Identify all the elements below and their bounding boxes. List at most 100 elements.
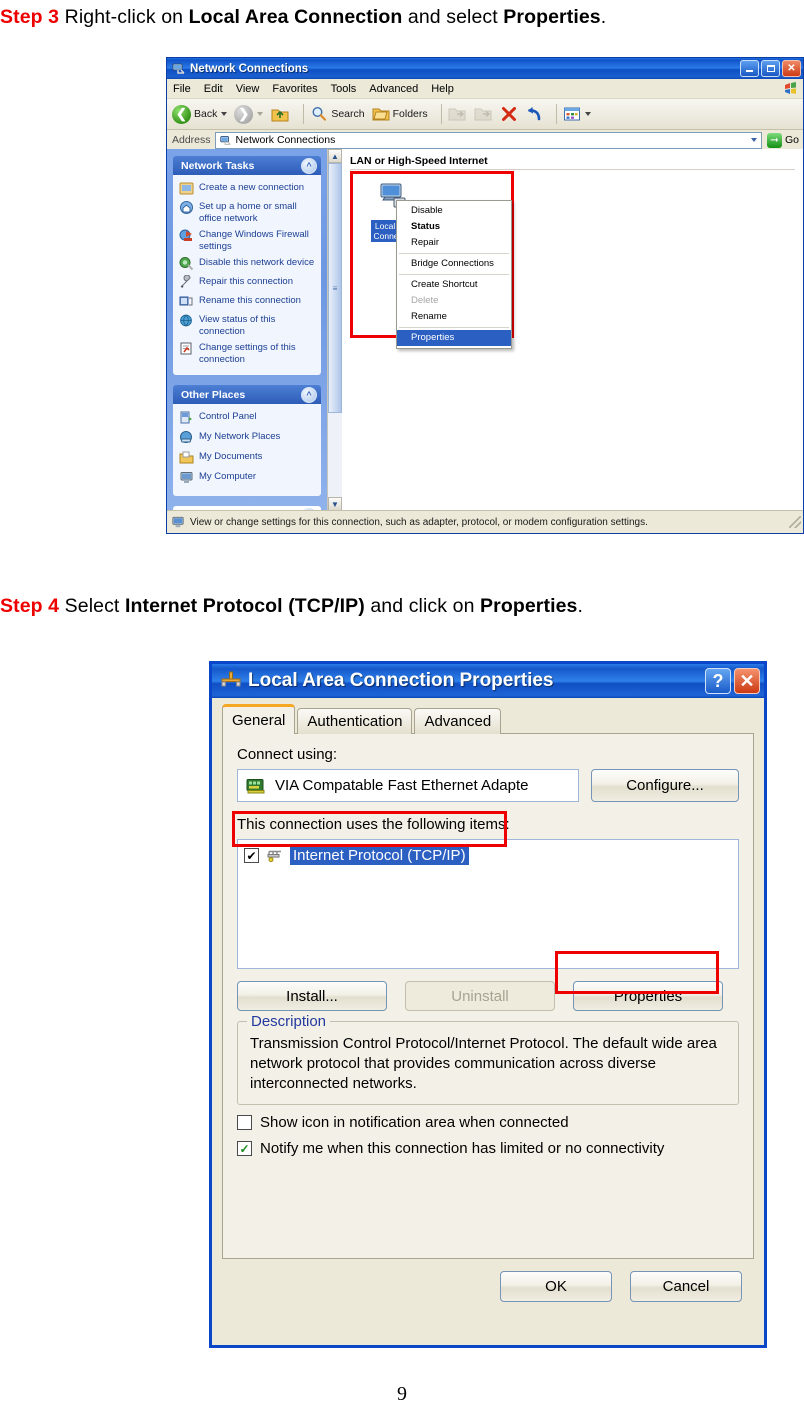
go-label: Go — [784, 134, 799, 146]
notify-checkbox[interactable]: ✓ — [237, 1141, 252, 1156]
context-menu-item-status[interactable]: Status — [397, 219, 511, 235]
sidebar-item-control-panel[interactable]: Control Panel — [179, 410, 316, 425]
list-item-internet-protocol[interactable]: ✔ Internet Protocol (TCP/IP) — [244, 845, 732, 866]
menu-item-advanced[interactable]: Advanced — [369, 83, 418, 95]
view-status-icon — [179, 313, 194, 328]
context-menu-item-rename[interactable]: Rename — [397, 309, 511, 325]
sidebar-item-my-computer[interactable]: My Computer — [179, 470, 316, 485]
sidebar-label: Rename this connection — [199, 295, 301, 306]
step-4-bold-2: Properties — [480, 595, 578, 617]
window-controls[interactable]: ✕ — [740, 60, 801, 77]
window-titlebar[interactable]: Network Connections ✕ — [167, 58, 803, 79]
address-dropdown-icon[interactable] — [745, 133, 760, 148]
sidebar-item-change-firewall-settings[interactable]: Change Windows Firewall settings — [179, 228, 316, 252]
folders-button[interactable]: Folders — [372, 105, 428, 123]
tab-authentication[interactable]: Authentication — [297, 708, 413, 734]
scroll-up-arrow-icon[interactable]: ▲ — [328, 149, 342, 163]
disable-device-icon — [179, 256, 194, 271]
undo-button[interactable] — [525, 105, 543, 123]
panel-title-other-places: Other Places — [181, 388, 246, 401]
resize-grip-icon[interactable] — [789, 516, 801, 528]
close-button[interactable]: ✕ — [782, 60, 801, 77]
context-menu-item-create-shortcut[interactable]: Create Shortcut — [397, 277, 511, 293]
sidebar-item-my-documents[interactable]: My Documents — [179, 450, 316, 465]
sidebar-item-view-status[interactable]: View status of this connection — [179, 313, 316, 337]
tab-general[interactable]: General — [222, 704, 296, 734]
show-icon-checkbox[interactable] — [237, 1115, 252, 1130]
collapse-chevron-icon[interactable]: ^ — [301, 386, 317, 403]
toolbar-separator-2 — [440, 104, 442, 124]
folders-label: Folders — [392, 108, 428, 120]
sidebar-label: Control Panel — [199, 411, 257, 422]
sidebar[interactable]: Network Tasks ^ Create a new connection — [167, 149, 327, 511]
panel-network-tasks[interactable]: Network Tasks ^ Create a new connection — [173, 156, 321, 375]
scrollbar-thumb[interactable]: ≡ — [328, 163, 342, 413]
sidebar-item-rename-connection[interactable]: Rename this connection — [179, 294, 316, 309]
status-bar: View or change settings for this connect… — [167, 510, 803, 533]
sidebar-item-change-settings[interactable]: Change settings of this connection — [179, 341, 316, 365]
local-area-connection-properties-dialog[interactable]: Local Area Connection Properties ? ✕ Gen… — [209, 661, 767, 1348]
menu-item-help[interactable]: Help — [431, 83, 454, 95]
properties-button[interactable]: Properties — [573, 981, 723, 1011]
tab-advanced[interactable]: Advanced — [414, 708, 502, 734]
sidebar-item-disable-network-device[interactable]: Disable this network device — [179, 256, 316, 271]
option-notify-limited-connectivity[interactable]: ✓ Notify me when this connection has lim… — [237, 1140, 739, 1157]
menu-item-tools[interactable]: Tools — [331, 83, 357, 95]
sidebar-item-setup-home-network[interactable]: Set up a home or small office network — [179, 200, 316, 224]
configure-button[interactable]: Configure... — [591, 769, 739, 802]
collapse-chevron-icon[interactable]: ^ — [301, 157, 317, 174]
context-menu-item-disable[interactable]: Disable — [397, 203, 511, 219]
tab-strip[interactable]: General Authentication Advanced — [222, 704, 754, 734]
forward-dropdown-icon[interactable] — [257, 112, 264, 116]
menu-item-file[interactable]: File — [173, 83, 191, 95]
search-label: Search — [331, 108, 365, 120]
item-checkbox[interactable]: ✔ — [244, 848, 259, 863]
adapter-name-field[interactable]: VIA Compatable Fast Ethernet Adapte — [237, 769, 579, 802]
context-menu-item-repair[interactable]: Repair — [397, 235, 511, 251]
views-button[interactable] — [563, 106, 591, 122]
minimize-button[interactable] — [740, 60, 759, 77]
panel-header-network-tasks[interactable]: Network Tasks ^ — [173, 156, 321, 175]
panel-other-places[interactable]: Other Places ^ Control Panel My Network … — [173, 385, 321, 496]
menu-item-edit[interactable]: Edit — [204, 83, 223, 95]
address-input[interactable]: Network Connections — [214, 131, 762, 149]
description-legend: Description — [247, 1013, 331, 1030]
back-dropdown-icon[interactable] — [221, 112, 228, 116]
context-menu[interactable]: Disable Status Repair Bridge Connections… — [396, 200, 512, 349]
sidebar-scrollbar[interactable]: ▲ ≡ ▼ — [327, 149, 342, 511]
items-button-row: Install... Uninstall Properties — [237, 981, 739, 1011]
context-menu-item-properties[interactable]: Properties — [397, 330, 511, 346]
scrollbar-track[interactable] — [328, 413, 342, 497]
dialog-titlebar[interactable]: Local Area Connection Properties ? ✕ — [212, 664, 764, 698]
forward-button[interactable]: ❯ — [234, 104, 264, 124]
up-button[interactable] — [270, 105, 290, 123]
toolbar[interactable]: ❮ Back ❯ Search Folders — [167, 99, 803, 130]
help-button[interactable]: ? — [705, 668, 731, 694]
search-button[interactable]: Search — [310, 105, 365, 123]
panel-header-other-places[interactable]: Other Places ^ — [173, 385, 321, 404]
ok-button[interactable]: OK — [500, 1271, 612, 1302]
menu-bar[interactable]: File Edit View Favorites Tools Advanced … — [167, 79, 803, 99]
cancel-button[interactable]: Cancel — [630, 1271, 742, 1302]
delete-button[interactable] — [500, 105, 518, 123]
maximize-button[interactable] — [761, 60, 780, 77]
menu-item-favorites[interactable]: Favorites — [272, 83, 317, 95]
network-items-list[interactable]: ✔ Internet Protocol (TCP/IP) — [237, 839, 739, 969]
option-show-icon-notification[interactable]: Show icon in notification area when conn… — [237, 1114, 739, 1131]
scroll-down-arrow-icon[interactable]: ▼ — [328, 497, 342, 511]
close-button[interactable]: ✕ — [734, 668, 760, 694]
sidebar-item-repair-connection[interactable]: Repair this connection — [179, 274, 316, 290]
install-button[interactable]: Install... — [237, 981, 387, 1011]
back-button[interactable]: ❮ Back — [172, 104, 228, 124]
views-dropdown-icon[interactable] — [584, 112, 591, 116]
connections-content-pane[interactable]: LAN or High-Speed Internet Local Area Con… — [342, 149, 803, 511]
step-3-text-3: . — [600, 6, 607, 28]
views-icon — [563, 107, 580, 121]
address-bar[interactable]: Address Network Connections ➞ Go — [167, 130, 803, 151]
go-button[interactable]: ➞ Go — [766, 132, 799, 148]
context-menu-item-bridge-connections[interactable]: Bridge Connections — [397, 256, 511, 272]
sidebar-item-my-network-places[interactable]: My Network Places — [179, 430, 316, 445]
sidebar-item-create-new-connection[interactable]: Create a new connection — [179, 181, 316, 196]
network-connections-window[interactable]: Network Connections ✕ File Edit View Fav… — [166, 57, 804, 534]
menu-item-view[interactable]: View — [236, 83, 260, 95]
